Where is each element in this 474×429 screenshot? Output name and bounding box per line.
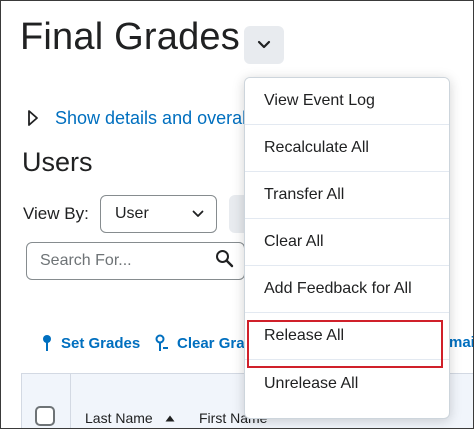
pin-remove-icon (155, 334, 169, 352)
app-frame: Final Grades Show details and overall Us… (0, 0, 474, 429)
set-grades-label: Set Grades (61, 334, 141, 352)
menu-item-recalculate-all[interactable]: Recalculate All (245, 125, 449, 172)
show-details-toggle[interactable]: Show details and overall (27, 105, 250, 131)
menu-item-clear-all[interactable]: Clear All (245, 219, 449, 266)
email-label: mail (449, 334, 473, 351)
search-icon[interactable] (215, 249, 234, 273)
sort-ascending-icon[interactable] (165, 415, 175, 422)
search-box[interactable] (26, 242, 245, 280)
set-grades-button[interactable]: Set Grades (41, 334, 140, 352)
view-by-label: View By: (23, 204, 89, 223)
menu-item-view-event-log[interactable]: View Event Log (245, 78, 449, 125)
page-title: Final Grades (20, 16, 240, 58)
users-heading: Users (22, 147, 93, 177)
chevron-down-icon (192, 205, 204, 223)
chevron-down-icon (257, 40, 271, 50)
final-grades-menu-button[interactable] (244, 26, 284, 64)
column-last-name-label: Last Name (85, 410, 153, 426)
menu-item-release-all[interactable]: Release All (245, 313, 449, 360)
view-by-select[interactable]: User (100, 195, 217, 233)
final-grades-dropdown-menu: View Event Log Recalculate All Transfer … (244, 77, 450, 419)
menu-item-unrelease-all[interactable]: Unrelease All (245, 360, 449, 407)
menu-item-transfer-all[interactable]: Transfer All (245, 172, 449, 219)
menu-item-add-feedback-for-all[interactable]: Add Feedback for All (245, 266, 449, 313)
search-input[interactable] (40, 252, 215, 270)
view-by-value: User (115, 205, 149, 222)
grid-column-divider (70, 373, 71, 428)
caret-right-icon (27, 105, 45, 131)
column-last-name[interactable]: Last Name (85, 410, 175, 426)
show-details-link[interactable]: Show details and overall (55, 108, 250, 129)
pin-icon (41, 334, 53, 352)
email-button[interactable]: mail (449, 334, 473, 351)
select-all-checkbox[interactable] (35, 406, 55, 426)
